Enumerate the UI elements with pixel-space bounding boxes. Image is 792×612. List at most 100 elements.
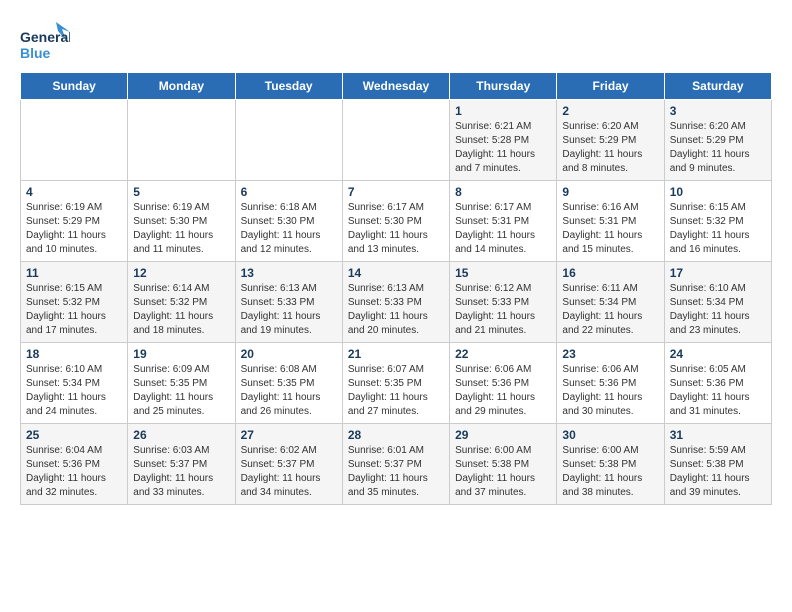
calendar-cell: 16 Sunrise: 6:11 AM Sunset: 5:34 PM Dayli… (557, 262, 664, 343)
day-info: Sunrise: 6:09 AM Sunset: 5:35 PM Dayligh… (133, 363, 229, 419)
day-info: Sunrise: 6:06 AM Sunset: 5:36 PM Dayligh… (562, 363, 658, 419)
day-number: 3 (670, 104, 766, 118)
svg-text:Blue: Blue (20, 45, 51, 61)
day-info: Sunrise: 6:17 AM Sunset: 5:30 PM Dayligh… (348, 201, 444, 257)
day-number: 29 (455, 428, 551, 442)
calendar-cell: 15 Sunrise: 6:12 AM Sunset: 5:33 PM Dayli… (450, 262, 557, 343)
calendar-cell: 18 Sunrise: 6:10 AM Sunset: 5:34 PM Dayli… (21, 343, 128, 424)
calendar-cell: 20 Sunrise: 6:08 AM Sunset: 5:35 PM Dayli… (235, 343, 342, 424)
calendar-cell: 2 Sunrise: 6:20 AM Sunset: 5:29 PM Daylig… (557, 100, 664, 181)
day-number: 16 (562, 266, 658, 280)
calendar-cell (235, 100, 342, 181)
calendar-cell: 25 Sunrise: 6:04 AM Sunset: 5:36 PM Dayli… (21, 424, 128, 505)
day-number: 28 (348, 428, 444, 442)
day-number: 26 (133, 428, 229, 442)
calendar-cell: 11Sunrise: 6:15 AM Sunset: 5:32 PM Dayli… (21, 262, 128, 343)
day-info: Sunrise: 6:17 AM Sunset: 5:31 PM Dayligh… (455, 201, 551, 257)
week-row-1: 1 Sunrise: 6:21 AM Sunset: 5:28 PM Daylig… (21, 100, 772, 181)
header-day-friday: Friday (557, 73, 664, 100)
day-info: Sunrise: 6:06 AM Sunset: 5:36 PM Dayligh… (455, 363, 551, 419)
calendar-cell: 29 Sunrise: 6:00 AM Sunset: 5:38 PM Dayli… (450, 424, 557, 505)
day-number: 1 (455, 104, 551, 118)
calendar-cell: 27 Sunrise: 6:02 AM Sunset: 5:37 PM Dayli… (235, 424, 342, 505)
day-info: Sunrise: 6:15 AM Sunset: 5:32 PM Dayligh… (670, 201, 766, 257)
logo: GeneralBlue (20, 20, 70, 64)
day-info: Sunrise: 6:18 AM Sunset: 5:30 PM Dayligh… (241, 201, 337, 257)
day-number: 10 (670, 185, 766, 199)
day-info: Sunrise: 6:10 AM Sunset: 5:34 PM Dayligh… (26, 363, 122, 419)
calendar-cell (21, 100, 128, 181)
header-row: SundayMondayTuesdayWednesdayThursdayFrid… (21, 73, 772, 100)
calendar-cell: 21 Sunrise: 6:07 AM Sunset: 5:35 PM Dayli… (342, 343, 449, 424)
header-day-tuesday: Tuesday (235, 73, 342, 100)
day-info: Sunrise: 6:19 AM Sunset: 5:29 PM Dayligh… (26, 201, 122, 257)
calendar-cell: 5 Sunrise: 6:19 AM Sunset: 5:30 PM Daylig… (128, 181, 235, 262)
day-number: 30 (562, 428, 658, 442)
week-row-5: 25 Sunrise: 6:04 AM Sunset: 5:36 PM Dayli… (21, 424, 772, 505)
header-day-thursday: Thursday (450, 73, 557, 100)
calendar-cell: 23 Sunrise: 6:06 AM Sunset: 5:36 PM Dayli… (557, 343, 664, 424)
day-info: Sunrise: 5:59 AM Sunset: 5:38 PM Dayligh… (670, 444, 766, 500)
day-info: Sunrise: 6:19 AM Sunset: 5:30 PM Dayligh… (133, 201, 229, 257)
day-info: Sunrise: 6:07 AM Sunset: 5:35 PM Dayligh… (348, 363, 444, 419)
day-number: 4 (26, 185, 122, 199)
day-info: Sunrise: 6:12 AM Sunset: 5:33 PM Dayligh… (455, 282, 551, 338)
day-info: Sunrise: 6:08 AM Sunset: 5:35 PM Dayligh… (241, 363, 337, 419)
day-info: Sunrise: 6:02 AM Sunset: 5:37 PM Dayligh… (241, 444, 337, 500)
week-row-3: 11Sunrise: 6:15 AM Sunset: 5:32 PM Dayli… (21, 262, 772, 343)
day-info: Sunrise: 6:05 AM Sunset: 5:36 PM Dayligh… (670, 363, 766, 419)
day-info: Sunrise: 6:03 AM Sunset: 5:37 PM Dayligh… (133, 444, 229, 500)
day-number: 19 (133, 347, 229, 361)
day-info: Sunrise: 6:00 AM Sunset: 5:38 PM Dayligh… (562, 444, 658, 500)
header-day-sunday: Sunday (21, 73, 128, 100)
day-number: 23 (562, 347, 658, 361)
day-info: Sunrise: 6:10 AM Sunset: 5:34 PM Dayligh… (670, 282, 766, 338)
day-number: 21 (348, 347, 444, 361)
day-info: Sunrise: 6:11 AM Sunset: 5:34 PM Dayligh… (562, 282, 658, 338)
day-number: 12 (133, 266, 229, 280)
week-row-2: 4 Sunrise: 6:19 AM Sunset: 5:29 PM Daylig… (21, 181, 772, 262)
day-info: Sunrise: 6:20 AM Sunset: 5:29 PM Dayligh… (562, 120, 658, 176)
day-info: Sunrise: 6:21 AM Sunset: 5:28 PM Dayligh… (455, 120, 551, 176)
day-number: 15 (455, 266, 551, 280)
day-info: Sunrise: 6:16 AM Sunset: 5:31 PM Dayligh… (562, 201, 658, 257)
day-number: 17 (670, 266, 766, 280)
calendar-cell: 22 Sunrise: 6:06 AM Sunset: 5:36 PM Dayli… (450, 343, 557, 424)
header-day-saturday: Saturday (664, 73, 771, 100)
day-number: 2 (562, 104, 658, 118)
calendar-cell: 8 Sunrise: 6:17 AM Sunset: 5:31 PM Daylig… (450, 181, 557, 262)
day-number: 25 (26, 428, 122, 442)
calendar-cell: 12Sunrise: 6:14 AM Sunset: 5:32 PM Dayli… (128, 262, 235, 343)
day-number: 6 (241, 185, 337, 199)
calendar-cell: 9 Sunrise: 6:16 AM Sunset: 5:31 PM Daylig… (557, 181, 664, 262)
day-info: Sunrise: 6:13 AM Sunset: 5:33 PM Dayligh… (348, 282, 444, 338)
day-number: 18 (26, 347, 122, 361)
header-day-monday: Monday (128, 73, 235, 100)
day-info: Sunrise: 6:13 AM Sunset: 5:33 PM Dayligh… (241, 282, 337, 338)
day-number: 7 (348, 185, 444, 199)
day-number: 27 (241, 428, 337, 442)
day-info: Sunrise: 6:15 AM Sunset: 5:32 PM Dayligh… (26, 282, 122, 338)
day-info: Sunrise: 6:00 AM Sunset: 5:38 PM Dayligh… (455, 444, 551, 500)
day-number: 8 (455, 185, 551, 199)
day-number: 5 (133, 185, 229, 199)
day-number: 13 (241, 266, 337, 280)
calendar-cell: 7 Sunrise: 6:17 AM Sunset: 5:30 PM Daylig… (342, 181, 449, 262)
calendar-cell: 14 Sunrise: 6:13 AM Sunset: 5:33 PM Dayli… (342, 262, 449, 343)
svg-text:General: General (20, 29, 70, 45)
logo-svg: GeneralBlue (20, 20, 70, 64)
day-number: 22 (455, 347, 551, 361)
day-number: 9 (562, 185, 658, 199)
calendar-cell: 17 Sunrise: 6:10 AM Sunset: 5:34 PM Dayli… (664, 262, 771, 343)
calendar-table: SundayMondayTuesdayWednesdayThursdayFrid… (20, 72, 772, 505)
page-header: GeneralBlue (20, 20, 772, 64)
calendar-cell (128, 100, 235, 181)
calendar-cell: 26 Sunrise: 6:03 AM Sunset: 5:37 PM Dayli… (128, 424, 235, 505)
calendar-cell: 4 Sunrise: 6:19 AM Sunset: 5:29 PM Daylig… (21, 181, 128, 262)
day-number: 14 (348, 266, 444, 280)
calendar-cell: 10 Sunrise: 6:15 AM Sunset: 5:32 PM Dayli… (664, 181, 771, 262)
header-day-wednesday: Wednesday (342, 73, 449, 100)
day-number: 20 (241, 347, 337, 361)
day-info: Sunrise: 6:04 AM Sunset: 5:36 PM Dayligh… (26, 444, 122, 500)
week-row-4: 18 Sunrise: 6:10 AM Sunset: 5:34 PM Dayli… (21, 343, 772, 424)
